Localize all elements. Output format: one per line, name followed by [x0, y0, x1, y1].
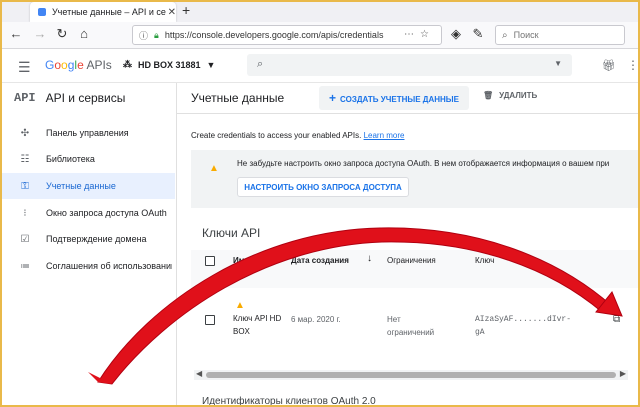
delete-button[interactable]: 🗑︎ УДАЛИТЬ [483, 91, 537, 100]
logo-letter: G [45, 58, 55, 72]
delete-label: УДАЛИТЬ [499, 91, 538, 100]
notice-text: Не забудьте настроить окно запроса досту… [237, 159, 610, 168]
configure-consent-button[interactable]: НАСТРОИТЬ ОКНО ЗАПРОСА ДОСТУПА [237, 177, 409, 197]
menu-icon[interactable]: ☰ [18, 59, 31, 76]
library-icon: ☷ [20, 153, 30, 165]
column-header-created[interactable]: Дата создания [291, 256, 349, 265]
sidebar-title: API и сервисы [45, 91, 126, 105]
sidebar-item-label: Библиотека [46, 154, 95, 164]
new-tab-button[interactable]: + [182, 2, 190, 18]
settings-list-icon: ≔ [20, 260, 30, 272]
column-header-restrictions: Ограничения [387, 256, 436, 265]
browser-tab-strip: Учетные данные – API и сервисы ✕ + [0, 0, 640, 22]
scroll-left-icon[interactable]: ◀ [196, 369, 202, 378]
api-icon: API [14, 91, 36, 105]
project-name: HD BOX 31881 [138, 59, 201, 70]
search-icon: ⌕ [502, 29, 508, 41]
back-icon[interactable]: ← [8, 26, 24, 42]
sort-arrow-down-icon[interactable]: ↓ [367, 253, 372, 264]
copy-icon[interactable]: ⧉ [613, 314, 620, 325]
gift-icon[interactable]: 🎁︎ [602, 59, 616, 72]
sidebar-item-label: Соглашения об использовании страниц [46, 261, 172, 271]
url-text: https://console.developers.google.com/ap… [164, 30, 384, 40]
sidebar-item-dashboard[interactable]: ✣ Панель управления [0, 120, 175, 146]
sidebar-item-domain-verification[interactable]: ☑ Подтверждение домена [0, 226, 175, 252]
key-name-link[interactable]: Ключ API HD BOX [233, 312, 283, 338]
column-header-name[interactable]: Имя [233, 256, 249, 265]
chevron-down-icon: ▼ [206, 59, 216, 70]
oauth-clients-title: Идентификаторы клиентов OAuth 2.0 [202, 396, 376, 407]
project-icon: ⁂ [123, 59, 132, 69]
create-credentials-label: СОЗДАТЬ УЧЕТНЫЕ ДАННЫЕ [340, 95, 459, 104]
chevron-down-icon[interactable]: ▼ [554, 59, 562, 68]
consent-icon: ⁝ [23, 207, 27, 219]
dashboard-icon: ✣ [20, 127, 30, 139]
bookmark-star-icon[interactable]: ⋯☆ [404, 29, 435, 40]
sidebar-item-oauth-consent[interactable]: ⁝ Окно запроса доступа OAuth [0, 200, 175, 226]
oauth-notice-banner: ▲ Не забудьте настроить окно запроса дос… [191, 150, 640, 208]
shield-icon[interactable]: ◈ [448, 26, 464, 42]
intro-sentence: Create credentials to access your enable… [191, 131, 362, 140]
sidebar-header: API API и сервисы [14, 91, 125, 105]
sidebar-item-label: Окно запроса доступа OAuth [46, 208, 167, 218]
extension-icon[interactable]: ✎ [470, 26, 486, 42]
info-icon[interactable]: ⓘ [139, 29, 148, 42]
google-apis-logo[interactable]: Google APIs [45, 58, 112, 72]
console-header: ☰ Google APIs ⁂ HD BOX 31881 ▼ ⌕ ▼ 🎁︎ ⋮ [0, 49, 640, 83]
sidebar-item-library[interactable]: ☷ Библиотека [0, 146, 175, 172]
logo-letter: e [77, 58, 84, 72]
sidebar-item-label: Подтверждение домена [46, 234, 147, 244]
row-checkbox[interactable] [205, 315, 215, 325]
favicon-icon [38, 8, 46, 16]
browser-tab[interactable]: Учетные данные – API и сервисы ✕ [30, 2, 176, 22]
trash-icon: 🗑︎ [483, 91, 494, 100]
key-value: AIzaSyAF.......dIvr-gA [475, 315, 572, 337]
home-icon[interactable]: ⌂ [76, 26, 92, 42]
page-title: Учетные данные [191, 91, 285, 105]
plus-icon: + [329, 91, 337, 105]
table-row: ▲ Ключ API HD BOX 6 мар. 2020 г. Нет огр… [191, 300, 640, 370]
address-bar[interactable]: ⓘ 🔒︎ https://console.developers.google.c… [132, 25, 442, 45]
api-keys-title: Ключи API [202, 226, 261, 240]
key-restrictions: Нет ограничений [387, 315, 435, 337]
tab-title: Учетные данные – API и сервисы [51, 7, 166, 17]
logo-letter: o [61, 58, 68, 72]
project-selector[interactable]: ⁂ HD BOX 31881 ▼ [123, 59, 215, 70]
scrollbar-thumb[interactable] [206, 372, 616, 378]
create-credentials-button[interactable]: + СОЗДАТЬ УЧЕТНЫЕ ДАННЫЕ [319, 86, 469, 110]
sidebar-item-label: Учетные данные [46, 181, 116, 191]
page-toolbar: Учетные данные + СОЗДАТЬ УЧЕТНЫЕ ДАННЫЕ 🗑… [177, 83, 640, 114]
domain-check-icon: ☑ [20, 233, 30, 245]
warning-icon: ▲ [209, 163, 219, 174]
scroll-right-icon[interactable]: ▶ [620, 369, 626, 378]
sidebar: API API и сервисы ✣ Панель управления ☷ … [0, 83, 177, 407]
sidebar-item-label: Панель управления [46, 128, 129, 138]
browser-nav-bar: ← → ↻ ⌂ ⓘ 🔒︎ https://console.developers.… [0, 22, 640, 49]
warning-icon: ▲ [235, 300, 245, 311]
intro-text: Create credentials to access your enable… [191, 131, 404, 140]
lock-icon: 🔒︎ [154, 29, 159, 40]
key-icon: ⚿ [21, 180, 29, 192]
logo-apis-text: APIs [86, 58, 112, 72]
sidebar-item-credentials[interactable]: ⚿ Учетные данные [0, 173, 175, 199]
search-icon: ⌕ [257, 58, 264, 70]
column-header-key: Ключ [475, 256, 495, 265]
sidebar-item-page-usage[interactable]: ≔ Соглашения об использовании страниц [0, 253, 175, 279]
tab-close-icon[interactable]: ✕ [168, 7, 176, 18]
forward-icon[interactable]: → [32, 26, 48, 42]
browser-search-box[interactable]: ⌕ [495, 25, 625, 45]
select-all-checkbox[interactable] [205, 256, 215, 266]
browser-search-input[interactable] [511, 29, 616, 41]
learn-more-link[interactable]: Learn more [364, 131, 405, 140]
reload-icon[interactable]: ↻ [54, 26, 70, 42]
horizontal-scrollbar[interactable]: ◀ ▶ [194, 369, 628, 380]
console-search-bar[interactable]: ⌕ ▼ [247, 54, 572, 76]
more-vert-icon[interactable]: ⋮ [627, 58, 639, 72]
api-keys-table-header: Имя Дата создания ↓ Ограничения Ключ [191, 250, 640, 288]
key-created-date: 6 мар. 2020 г. [291, 315, 341, 324]
